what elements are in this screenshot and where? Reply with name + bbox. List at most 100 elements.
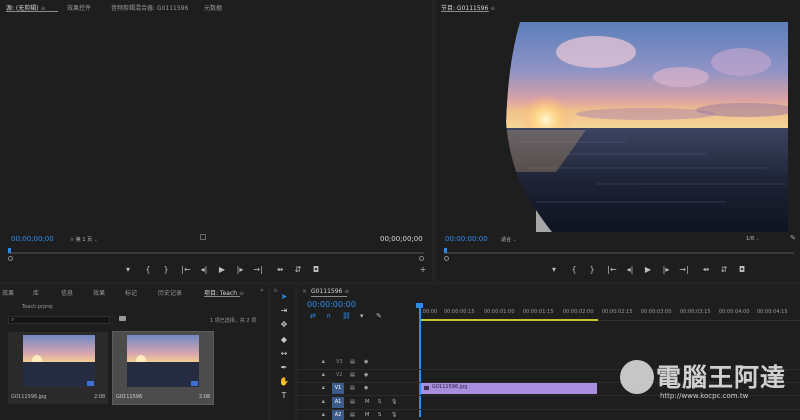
lock-icon[interactable]: 🔒︎ <box>322 372 325 378</box>
panel-overflow-icon[interactable]: » <box>260 287 264 294</box>
step-forward-icon[interactable]: |▸ <box>660 266 672 274</box>
new-bin-icon[interactable] <box>119 316 126 321</box>
source-timecode[interactable]: 00;00;00;00 <box>11 235 54 243</box>
eye-icon[interactable]: ◉ <box>364 359 368 365</box>
tab-effect-controls[interactable]: 效果控件 <box>67 3 91 12</box>
timeline-clip[interactable]: G0111596.jpg <box>421 383 597 394</box>
selection-info: 1 项已选择，共 2 项 <box>210 318 257 324</box>
play-icon[interactable]: ▶ <box>642 266 654 274</box>
snap-icon[interactable]: ∩ <box>326 312 331 320</box>
eye-icon[interactable]: ◉ <box>364 385 368 391</box>
resolution-select[interactable]: 1/8 ⌄ <box>746 236 760 242</box>
timeline-timecode[interactable]: 00:00:00:00 <box>307 300 356 309</box>
film-icon[interactable]: ▤ <box>350 372 355 378</box>
lock-icon[interactable]: 🔒︎ <box>322 412 325 418</box>
mute-toggle[interactable]: M <box>365 399 369 405</box>
mute-toggle[interactable]: M <box>365 412 369 418</box>
eye-icon[interactable]: ◉ <box>364 372 368 378</box>
track-header-v3[interactable]: 🔒︎ V3 ▤ ◉ <box>298 357 420 369</box>
film-icon[interactable]: ▤ <box>350 412 355 418</box>
go-to-out-icon[interactable]: →| <box>252 266 264 274</box>
sequence-tab[interactable]: G0111596 ≡ <box>311 288 349 295</box>
source-zoom-right-handle[interactable] <box>419 256 424 261</box>
timeline-settings-icon[interactable]: ✎ <box>376 312 382 320</box>
mark-out-icon[interactable]: } <box>160 266 172 274</box>
extract-icon[interactable]: ⇵ <box>718 266 730 274</box>
close-icon[interactable]: × <box>302 288 307 295</box>
work-area-bar[interactable] <box>420 319 598 321</box>
add-marker-icon[interactable]: ▾ <box>122 266 134 274</box>
razor-tool-icon[interactable]: ◆ <box>278 335 290 345</box>
go-to-out-icon[interactable]: →| <box>678 266 690 274</box>
program-timecode[interactable]: 00:00:00:00 <box>445 235 488 243</box>
tab-libraries[interactable]: 库 <box>33 288 39 297</box>
page-select[interactable]: ≡ 第 1 页 ⌄ <box>70 236 98 243</box>
tab-audio-clip-mixer[interactable]: 音频剪辑混合器: G0111596 <box>111 3 188 12</box>
track-target[interactable]: A2 <box>332 410 344 420</box>
lock-icon[interactable]: 🔒︎ <box>322 385 325 391</box>
project-item[interactable]: G0111596.jpg 2:08 <box>8 332 108 404</box>
step-back-icon[interactable]: ◂| <box>624 266 636 274</box>
program-scrubber[interactable] <box>444 252 794 254</box>
nest-toggle-icon[interactable]: ⇄ <box>310 312 316 320</box>
mark-in-icon[interactable]: { <box>142 266 154 274</box>
fit-select[interactable]: 适合 ⌄ <box>501 236 517 243</box>
program-playhead[interactable] <box>444 248 447 253</box>
track-header-a2[interactable]: 🔒︎ A2 ▤ M S 🎙︎ <box>298 410 420 420</box>
play-icon[interactable]: ▶ <box>216 266 228 274</box>
overwrite-icon[interactable]: ⇵ <box>292 266 304 274</box>
track-label: V3 <box>336 359 343 365</box>
source-settings-icon[interactable] <box>200 234 206 240</box>
source-monitor-panel: 源: (无剪辑) ≡ 效果控件 音频剪辑混合器: G0111596 元数据 00… <box>0 0 432 282</box>
add-marker-icon[interactable]: ▾ <box>548 266 560 274</box>
pen-tool-icon[interactable]: ✒ <box>278 363 290 373</box>
export-frame-icon[interactable]: ◘ <box>736 266 748 274</box>
source-playhead[interactable] <box>8 248 11 253</box>
insert-icon[interactable]: ⇴ <box>274 266 286 274</box>
track-select-tool-icon[interactable]: ⇥ <box>278 306 290 316</box>
lock-icon[interactable]: 🔒︎ <box>322 399 325 405</box>
hand-tool-icon[interactable]: ✋ <box>278 377 290 387</box>
solo-toggle[interactable]: S <box>378 399 381 405</box>
step-back-icon[interactable]: ◂| <box>198 266 210 274</box>
tab-history[interactable]: 历史记录 <box>158 288 182 297</box>
track-header-v1[interactable]: 🔒︎ V1 ▤ ◉ <box>298 383 420 395</box>
mic-icon[interactable]: 🎙︎ <box>391 412 397 418</box>
ripple-edit-tool-icon[interactable]: ✥ <box>278 320 290 330</box>
film-icon[interactable]: ▤ <box>350 359 355 365</box>
lift-icon[interactable]: ⇴ <box>700 266 712 274</box>
lock-icon[interactable]: 🔒︎ <box>322 359 325 365</box>
selection-tool-icon[interactable]: ➤ <box>278 292 290 302</box>
add-button-icon[interactable]: + <box>417 266 429 274</box>
go-to-in-icon[interactable]: |← <box>606 266 618 274</box>
go-to-in-icon[interactable]: |← <box>180 266 192 274</box>
type-tool-icon[interactable]: T <box>278 391 290 401</box>
playhead-marker[interactable] <box>416 303 423 308</box>
export-frame-icon[interactable]: ◘ <box>310 266 322 274</box>
tab-effects-2[interactable]: 效果 <box>93 288 105 297</box>
track-target[interactable]: V1 <box>332 383 344 394</box>
add-marker-icon[interactable]: ▾ <box>360 312 364 320</box>
film-icon[interactable]: ▤ <box>350 399 355 405</box>
track-header-a1[interactable]: 🔒︎ A1 ▤ M S 🎙︎ <box>298 397 420 409</box>
source-zoom-left-handle[interactable] <box>8 256 13 261</box>
tab-metadata[interactable]: 元数据 <box>204 3 222 12</box>
slip-tool-icon[interactable]: ↔ <box>278 349 290 359</box>
mic-icon[interactable]: 🎙︎ <box>391 399 397 405</box>
tab-effects[interactable]: 效果 <box>2 288 14 297</box>
wrench-icon[interactable]: ✎ <box>790 234 796 242</box>
linked-select-icon[interactable]: ⛓ <box>342 312 351 320</box>
program-zoom-handle[interactable] <box>444 256 449 261</box>
tab-info[interactable]: 信息 <box>61 288 73 297</box>
project-search-input[interactable]: ⌕ <box>8 316 110 324</box>
mark-in-icon[interactable]: { <box>568 266 580 274</box>
solo-toggle[interactable]: S <box>378 412 381 418</box>
track-header-v2[interactable]: 🔒︎ V2 ▤ ◉ <box>298 370 420 382</box>
step-forward-icon[interactable]: |▸ <box>234 266 246 274</box>
track-target[interactable]: A1 <box>332 397 344 408</box>
project-item-selected[interactable]: G0111596 2:08 <box>112 331 214 405</box>
film-icon[interactable]: ▤ <box>350 385 355 391</box>
tab-markers[interactable]: 标记 <box>125 288 137 297</box>
mark-out-icon[interactable]: } <box>586 266 598 274</box>
source-scrubber[interactable] <box>8 252 424 254</box>
